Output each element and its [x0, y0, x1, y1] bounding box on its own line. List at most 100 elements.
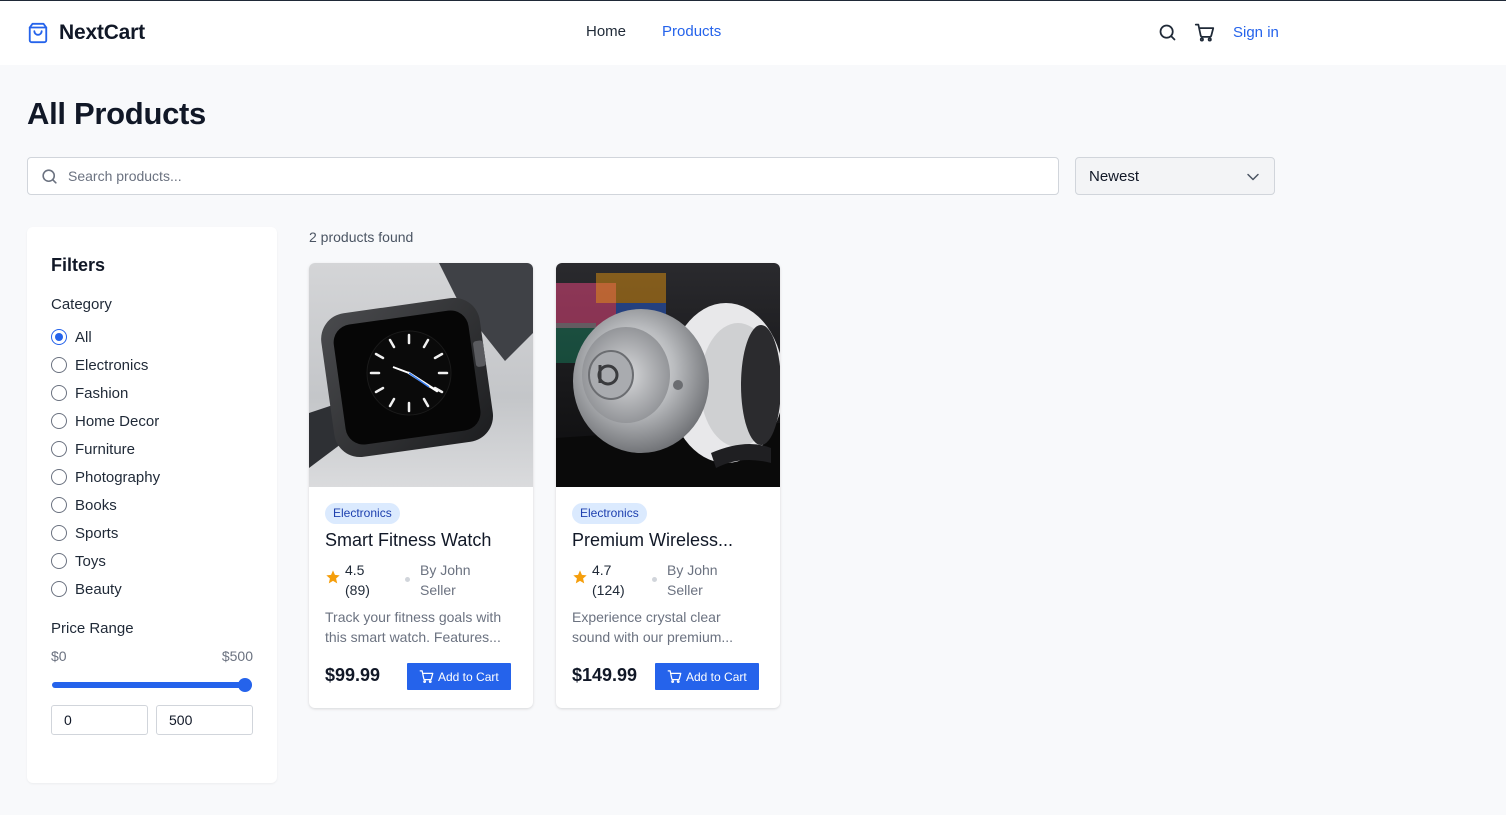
add-to-cart-label: Add to Cart	[686, 669, 747, 684]
product-card[interactable]: Electronics Premium Wireless... 4.7 (124…	[556, 263, 780, 708]
product-description: Track your fitness goals with this smart…	[325, 607, 521, 647]
category-option-label: Photography	[75, 468, 161, 486]
seller-line: By John	[420, 562, 471, 578]
radio-button[interactable]	[51, 329, 67, 345]
category-option-books[interactable]: Books	[51, 491, 160, 519]
main-nav: Home Products	[586, 23, 721, 40]
category-option-all[interactable]: All	[51, 323, 160, 351]
add-to-cart-button[interactable]: Add to Cart	[655, 663, 759, 690]
star-icon	[326, 570, 340, 584]
signin-link[interactable]: Sign in	[1233, 24, 1279, 41]
cart-icon	[419, 670, 434, 683]
chevron-down-icon	[1247, 173, 1259, 181]
radio-button[interactable]	[51, 413, 67, 429]
category-option-label: Sports	[75, 524, 119, 542]
search-bar	[27, 157, 1059, 195]
filters-title: Filters	[51, 255, 106, 275]
category-option-fashion[interactable]: Fashion	[51, 379, 160, 407]
description-line: sound with our premium...	[572, 629, 734, 645]
site-header: NextCart Home Products Sign in	[0, 1, 1506, 65]
category-radio-group: All Electronics Fashion Home Decor Furni…	[51, 323, 160, 603]
add-to-cart-label: Add to Cart	[438, 669, 499, 684]
seller-name: By John Seller	[667, 560, 737, 600]
description-line: Track your fitness goals with	[325, 609, 502, 625]
price-range-values: $0 $500	[51, 648, 253, 664]
category-option-label: Fashion	[75, 384, 129, 402]
seller-line: Seller	[420, 582, 456, 598]
radio-button[interactable]	[51, 553, 67, 569]
rating-value: 4.5 (89)	[345, 560, 393, 600]
search-icon	[42, 169, 57, 184]
rating-count: (124)	[592, 582, 625, 598]
category-option-beauty[interactable]: Beauty	[51, 575, 160, 603]
rating-score: 4.5	[345, 562, 365, 578]
price-min-input[interactable]: 0	[51, 705, 148, 735]
price-slider-thumb[interactable]	[238, 678, 252, 692]
sort-select[interactable]: Newest	[1075, 157, 1275, 195]
product-image-headphones[interactable]	[556, 263, 780, 487]
category-option-furniture[interactable]: Furniture	[51, 435, 160, 463]
brand-name: NextCart	[59, 21, 145, 44]
rating-score: 4.7	[592, 562, 612, 578]
rating-value: 4.7 (124)	[592, 560, 640, 600]
nav-home[interactable]: Home	[586, 23, 626, 40]
category-option-home-decor[interactable]: Home Decor	[51, 407, 160, 435]
category-option-label: Toys	[75, 552, 106, 570]
category-option-label: Home Decor	[75, 412, 160, 430]
radio-button[interactable]	[51, 525, 67, 541]
results-count: 2 products found	[309, 229, 414, 245]
category-option-label: Furniture	[75, 440, 136, 458]
price-min-label: $0	[51, 648, 67, 664]
product-price: $99.99	[325, 665, 381, 685]
category-option-sports[interactable]: Sports	[51, 519, 160, 547]
product-title[interactable]: Premium Wireless...	[572, 530, 768, 551]
cart-icon	[667, 670, 682, 683]
category-option-photography[interactable]: Photography	[51, 463, 160, 491]
brand-logo[interactable]: NextCart	[27, 21, 145, 45]
radio-button[interactable]	[51, 469, 67, 485]
product-description: Experience crystal clear sound with our …	[572, 607, 768, 647]
product-rating-row: 4.7 (124) By John Seller	[572, 560, 737, 600]
product-image-watch[interactable]	[309, 263, 533, 487]
radio-button[interactable]	[51, 497, 67, 513]
radio-button[interactable]	[51, 441, 67, 457]
watch-photo	[309, 263, 533, 487]
category-option-label: Beauty	[75, 580, 122, 598]
description-line: this smart watch. Features...	[325, 629, 501, 645]
category-badge: Electronics	[325, 503, 400, 524]
price-max-label: $500	[221, 648, 253, 664]
price-slider-track	[52, 682, 252, 688]
seller-line: By John	[667, 562, 718, 578]
radio-button[interactable]	[51, 385, 67, 401]
nav-products[interactable]: Products	[662, 23, 721, 40]
product-price: $149.99	[572, 665, 638, 685]
add-to-cart-button[interactable]: Add to Cart	[407, 663, 511, 690]
separator-dot	[405, 577, 410, 582]
page-title: All Products	[27, 96, 206, 131]
cart-icon[interactable]	[1194, 22, 1215, 43]
category-option-electronics[interactable]: Electronics	[51, 351, 160, 379]
category-option-label: All	[75, 328, 92, 346]
category-option-label: Books	[75, 496, 117, 514]
filters-panel: Filters Category All Electronics Fashion…	[27, 227, 277, 783]
search-icon[interactable]	[1157, 22, 1178, 43]
product-title[interactable]: Smart Fitness Watch	[325, 530, 521, 551]
radio-button[interactable]	[51, 581, 67, 597]
price-range-label: Price Range	[51, 620, 134, 637]
sort-selected-value: Newest	[1089, 168, 1140, 185]
price-slider[interactable]	[52, 678, 252, 692]
category-label: Category	[51, 296, 112, 313]
search-input[interactable]	[68, 158, 1048, 194]
headphones-photo	[556, 263, 780, 487]
category-option-toys[interactable]: Toys	[51, 547, 160, 575]
radio-button[interactable]	[51, 357, 67, 373]
category-badge: Electronics	[572, 503, 647, 524]
description-line: Experience crystal clear	[572, 609, 721, 625]
product-card[interactable]: Electronics Smart Fitness Watch 4.5 (89)…	[309, 263, 533, 708]
price-max-input[interactable]: 500	[156, 705, 253, 735]
separator-dot	[652, 577, 657, 582]
seller-name: By John Seller	[420, 560, 490, 600]
header-actions: Sign in	[1157, 22, 1279, 43]
star-icon	[573, 570, 587, 584]
rating-count: (89)	[345, 582, 370, 598]
